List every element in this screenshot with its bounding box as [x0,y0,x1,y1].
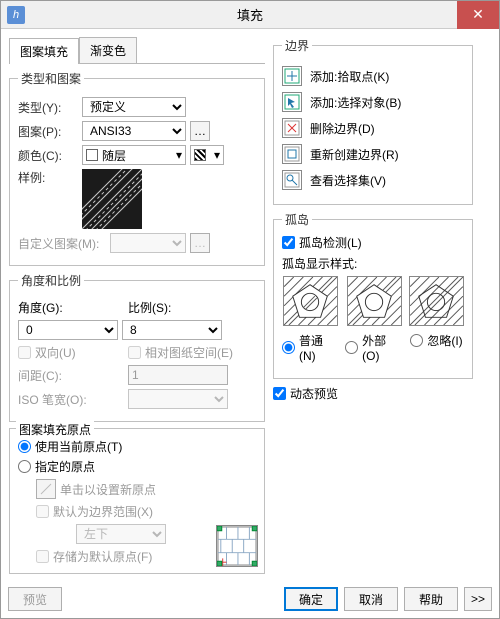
type-pattern-group: 类型和图案 类型(Y): 预定义 图案(P): ANSI33 … 颜色(C): … [9,70,265,266]
pattern-browse-button[interactable]: … [190,121,210,141]
help-button[interactable]: 帮助 [404,587,458,611]
type-label: 类型(Y): [18,99,78,116]
cancel-button[interactable]: 取消 [344,587,398,611]
angle-scale-legend: 角度和比例 [18,272,84,289]
type-pattern-legend: 类型和图案 [18,70,84,87]
pattern-label: 图案(P): [18,123,78,140]
delete-boundary-icon [282,118,302,138]
origin-preview-icon [216,525,258,567]
island-ignore-radio[interactable]: 忽略(I) [410,332,462,349]
view-selection-icon [282,170,302,190]
preview-button[interactable]: 预览 [8,587,62,611]
window-title: 填充 [1,5,499,24]
view-selection-button[interactable]: 查看选择集(V) [282,170,464,190]
sample-label: 样例: [18,169,78,186]
island-outer-radio[interactable]: 外部(O) [345,332,403,363]
tabs: 图案填充 渐变色 [9,37,265,64]
angle-label: 角度(G): [18,299,124,316]
custom-pattern-select [110,233,186,253]
type-select[interactable]: 预定义 [82,97,186,117]
island-outer-preview[interactable] [347,276,402,326]
color-label: 颜色(C): [18,147,78,164]
tab-hatch[interactable]: 图案填充 [9,38,79,64]
origin-group: 图案填充原点 使用当前原点(T) 指定的原点 单击以设置新原点 默认为边界范围(… [9,428,265,574]
double-checkbox: 双向(U) [18,344,124,361]
relpaper-checkbox: 相对图纸空间(E) [128,344,233,361]
island-detect-checkbox[interactable]: 孤岛检测(L) [282,234,464,251]
click-set-origin-button [36,479,56,499]
isopen-label: ISO 笔宽(O): [18,391,98,408]
scale-select[interactable]: 8 [122,320,222,340]
click-set-origin-label: 单击以设置新原点 [60,481,156,498]
tab-gradient[interactable]: 渐变色 [79,37,137,63]
recreate-boundary-button[interactable]: 重新创建边界(R) [282,144,464,164]
default-bounds-checkbox: 默认为边界范围(X) [36,503,256,520]
spacing-input [128,365,228,385]
boundary-legend: 边界 [282,37,312,54]
custom-pattern-label: 自定义图案(M): [18,235,106,252]
island-group: 孤岛 孤岛检测(L) 孤岛显示样式: 普通(N) 外部(O) 忽略(I) [273,211,473,379]
custom-pattern-browse: … [190,233,210,253]
dynamic-preview-checkbox[interactable]: 动态预览 [273,385,473,402]
origin-legend: 图案填充原点 [16,421,94,438]
spacing-label: 间距(C): [18,367,78,384]
select-object-icon [282,92,302,112]
scale-label: 比例(S): [128,299,171,316]
sample-preview[interactable] [82,169,142,229]
add-select-object-button[interactable]: 添加:选择对象(B) [282,92,464,112]
island-ignore-preview[interactable] [409,276,464,326]
island-normal-radio[interactable]: 普通(N) [282,332,339,363]
ok-button[interactable]: 确定 [284,587,338,611]
recreate-boundary-icon [282,144,302,164]
color-value: 随层 [102,147,126,164]
specified-origin-radio[interactable]: 指定的原点 [18,458,256,475]
layer-color-select[interactable]: ▾ [190,145,224,165]
delete-boundary-button[interactable]: 删除边界(D) [282,118,464,138]
color-select[interactable]: 随层▾ [82,145,186,165]
origin-position-select: 左下 [76,524,166,544]
island-normal-preview[interactable] [283,276,338,326]
boundary-group: 边界 添加:拾取点(K) 添加:选择对象(B) 删除边界(D) 重新创建边界(R… [273,37,473,205]
angle-select[interactable]: 0 [18,320,118,340]
use-current-origin-radio[interactable]: 使用当前原点(T) [18,438,256,455]
angle-scale-group: 角度和比例 角度(G): 比例(S): 0 8 双向(U) 相对图纸空间(E) … [9,272,265,422]
expand-button[interactable]: >> [464,587,492,611]
pick-point-icon [282,66,302,86]
island-style-label: 孤岛显示样式: [282,255,464,272]
pattern-select[interactable]: ANSI33 [82,121,186,141]
island-legend: 孤岛 [282,211,312,228]
isopen-select [128,389,228,409]
add-pick-point-button[interactable]: 添加:拾取点(K) [282,66,464,86]
